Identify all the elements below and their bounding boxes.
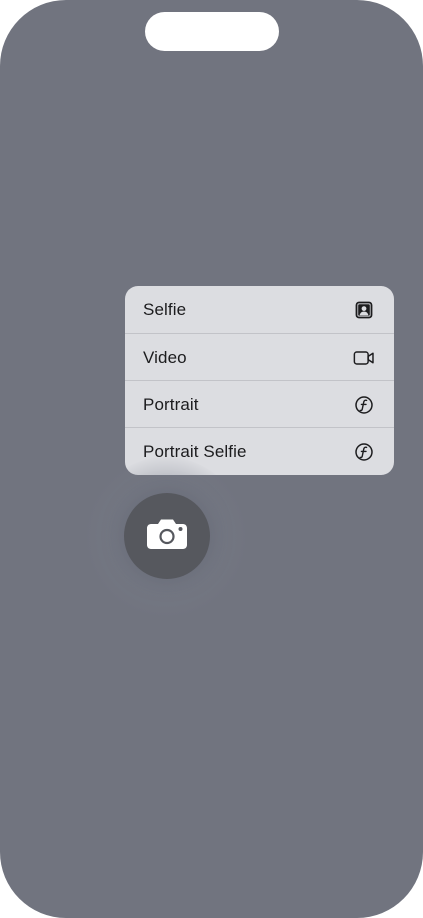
home-screen: Selfie Video Portrait Portrait Selfie [0, 0, 423, 918]
menu-item-selfie[interactable]: Selfie [125, 286, 394, 333]
menu-item-label: Portrait [143, 394, 199, 414]
menu-item-label: Video [143, 347, 187, 367]
camera-icon [145, 516, 189, 557]
menu-item-video[interactable]: Video [125, 334, 394, 381]
dynamic-island [145, 12, 279, 51]
menu-item-label: Selfie [143, 299, 187, 319]
menu-item-portrait[interactable]: Portrait [125, 381, 394, 428]
camera-quick-actions-menu: Selfie Video Portrait Portrait Selfie [125, 286, 394, 475]
camera-app-button[interactable] [124, 493, 210, 579]
aperture-f-icon [353, 394, 375, 416]
selfie-portrait-icon [353, 299, 375, 321]
aperture-f-icon [353, 441, 375, 463]
video-camera-icon [353, 347, 375, 369]
